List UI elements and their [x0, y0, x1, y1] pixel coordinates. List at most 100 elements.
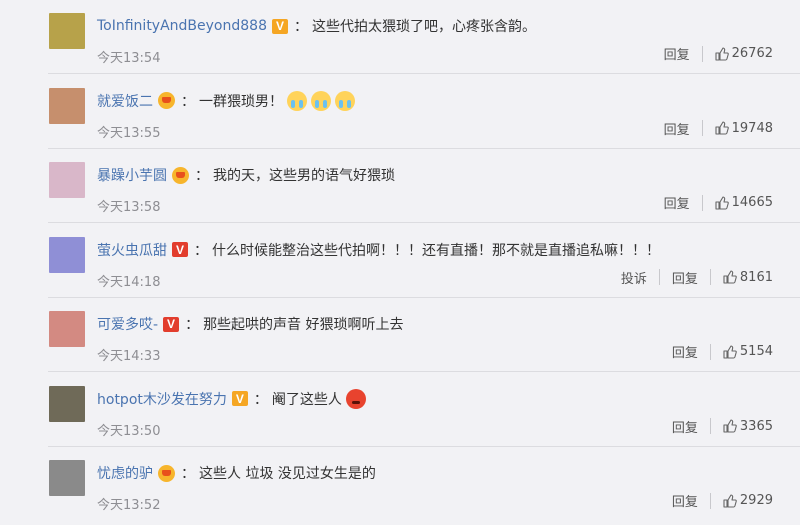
like-button[interactable]: 26762	[715, 46, 773, 61]
verified-v-icon: V	[163, 316, 180, 332]
action-divider	[701, 45, 703, 62]
user-avatar[interactable]	[49, 460, 85, 496]
comment-content: hotpot木沙发在努力 V ：阉了这些人	[97, 388, 366, 410]
reply-button[interactable]: 回复	[672, 268, 698, 287]
comment-actions: 投诉 回复 8161	[621, 268, 773, 287]
action-divider	[709, 269, 711, 285]
action-divider	[658, 269, 660, 285]
cry-emoji	[287, 90, 307, 111]
reply-button[interactable]: 回复	[664, 44, 690, 63]
comment-actions: 回复 14665	[664, 193, 773, 212]
user-avatar[interactable]	[49, 13, 85, 49]
comment-row: 暴躁小芋圆 ：我的天，这些男的语气好猥琐今天13:58 回复 14665	[0, 149, 800, 223]
colon-separator: ：	[185, 317, 200, 333]
username-link[interactable]: 萤火虫瓜甜	[97, 240, 167, 260]
comment-time: 今天13:55	[97, 125, 161, 141]
user-avatar[interactable]	[49, 87, 85, 124]
reply-button[interactable]: 回复	[672, 417, 698, 436]
reply-button[interactable]: 回复	[672, 491, 698, 510]
comment-list: ToInfinityAndBeyond888 V：这些代拍太猥琐了吧，心疼张含韵。…	[0, 0, 800, 525]
colon-separator: ：	[181, 466, 195, 482]
comment-row: 就爱饭二 ：一群猥琐男！ 今天13:55 回复 19748	[0, 75, 800, 149]
like-count: 2929	[739, 493, 773, 508]
action-divider	[701, 120, 703, 136]
verified-v-icon: V	[172, 242, 188, 257]
thumbs-up-icon	[715, 195, 729, 210]
username-link[interactable]: 可爱多哎-	[97, 314, 158, 334]
comment-content: 暴躁小芋圆 ：我的天，这些男的语气好猥琐	[97, 164, 395, 186]
comment-text: 这些人 垃圾 没见过女生是的	[199, 466, 376, 482]
comment-text: 一群猥琐男！	[199, 93, 283, 110]
username-link[interactable]: hotpot木沙发在努力	[97, 389, 227, 409]
user-avatar[interactable]	[49, 236, 85, 273]
reply-button[interactable]: 回复	[672, 342, 698, 361]
username-link[interactable]: 就爱饭二	[97, 91, 153, 111]
thumbs-up-icon	[723, 344, 737, 359]
comment-content: ToInfinityAndBeyond888 V ：这些代拍太猥琐了吧，心疼张含韵。	[97, 15, 536, 37]
comment-text: 那些起哄的声音 好猥琐啊听上去	[203, 317, 404, 333]
comment-row: 萤火虫瓜甜 V ：什么时候能整治这些代拍啊！！！还有直播！那不就是直播追私嘛！！！ 今…	[0, 224, 800, 298]
colon-separator: ：	[293, 19, 308, 35]
comment-time: 今天14:33	[97, 349, 161, 364]
comment-text: 这些代拍太猥琐了吧，心疼张含韵。	[311, 19, 536, 35]
comment-time: 今天13:50	[97, 423, 161, 439]
comment-time: 今天13:58	[97, 200, 161, 215]
like-button[interactable]: 2929	[723, 493, 773, 508]
comment-text: 什么时候能整治这些代拍啊！！！还有直播！那不就是直播追私嘛！！！	[212, 242, 660, 259]
like-count: 5154	[739, 344, 773, 359]
comment-text: 阉了这些人	[271, 391, 342, 408]
cry-emoji	[311, 90, 331, 111]
member-crown-icon	[172, 166, 189, 184]
thumbs-up-icon	[723, 419, 737, 433]
comment-actions: 回复 19748	[664, 119, 773, 138]
thumbs-up-icon	[723, 493, 737, 508]
action-divider	[701, 194, 703, 211]
like-count: 8161	[739, 269, 773, 285]
like-button[interactable]: 8161	[723, 270, 773, 285]
action-divider	[709, 343, 711, 360]
comment-row: ToInfinityAndBeyond888 V ：这些代拍太猥琐了吧，心疼张含韵。…	[0, 0, 800, 74]
thumbs-up-icon	[715, 46, 729, 61]
comment-time: 今天13:52	[97, 498, 161, 513]
angry-emoji	[345, 388, 366, 409]
member-crown-icon	[158, 92, 175, 109]
verified-v-icon: V	[231, 391, 248, 406]
reply-button[interactable]: 回复	[664, 193, 690, 212]
colon-separator: ：	[195, 168, 209, 184]
user-avatar[interactable]	[49, 162, 85, 198]
like-button[interactable]: 3365	[723, 419, 773, 434]
like-count: 19748	[731, 120, 773, 136]
like-count: 26762	[731, 46, 773, 61]
like-button[interactable]: 5154	[723, 344, 773, 359]
comment-row: 可爱多哎- V ：那些起哄的声音 好猥琐啊听上去今天14:33 回复 5154	[0, 298, 800, 372]
colon-separator: ：	[253, 391, 268, 408]
colon-separator: ：	[194, 242, 208, 259]
thumbs-up-icon	[715, 121, 729, 135]
verified-v-icon: V	[271, 18, 288, 34]
like-count: 14665	[731, 195, 773, 210]
comment-text: 我的天，这些男的语气好猥琐	[213, 168, 395, 184]
user-avatar[interactable]	[49, 385, 85, 422]
report-button[interactable]: 投诉	[621, 268, 647, 287]
comment-time: 今天13:54	[97, 51, 161, 66]
comment-content: 就爱饭二 ：一群猥琐男！	[97, 90, 355, 112]
comment-time: 今天14:18	[97, 274, 161, 290]
like-count: 3365	[739, 418, 773, 434]
like-button[interactable]: 19748	[715, 121, 773, 136]
comment-actions: 回复 26762	[664, 44, 773, 63]
comment-row: hotpot木沙发在努力 V ：阉了这些人今天13:50 回复 3365	[0, 373, 800, 447]
user-avatar[interactable]	[49, 311, 85, 347]
comment-actions: 回复 5154	[672, 342, 773, 361]
like-button[interactable]: 14665	[715, 195, 773, 210]
reply-button[interactable]: 回复	[664, 119, 690, 138]
username-link[interactable]: 忧虑的驴	[97, 463, 153, 483]
comment-content: 萤火虫瓜甜 V ：什么时候能整治这些代拍啊！！！还有直播！那不就是直播追私嘛！！！	[97, 239, 660, 261]
comment-content: 可爱多哎- V ：那些起哄的声音 好猥琐啊听上去	[97, 313, 404, 335]
thumbs-up-icon	[723, 270, 737, 284]
comment-actions: 回复 2929	[672, 491, 773, 510]
cry-emoji	[335, 90, 355, 111]
action-divider	[709, 492, 711, 509]
username-link[interactable]: 暴躁小芋圆	[97, 165, 167, 185]
username-link[interactable]: ToInfinityAndBeyond888	[97, 18, 267, 34]
colon-separator: ：	[181, 93, 195, 110]
